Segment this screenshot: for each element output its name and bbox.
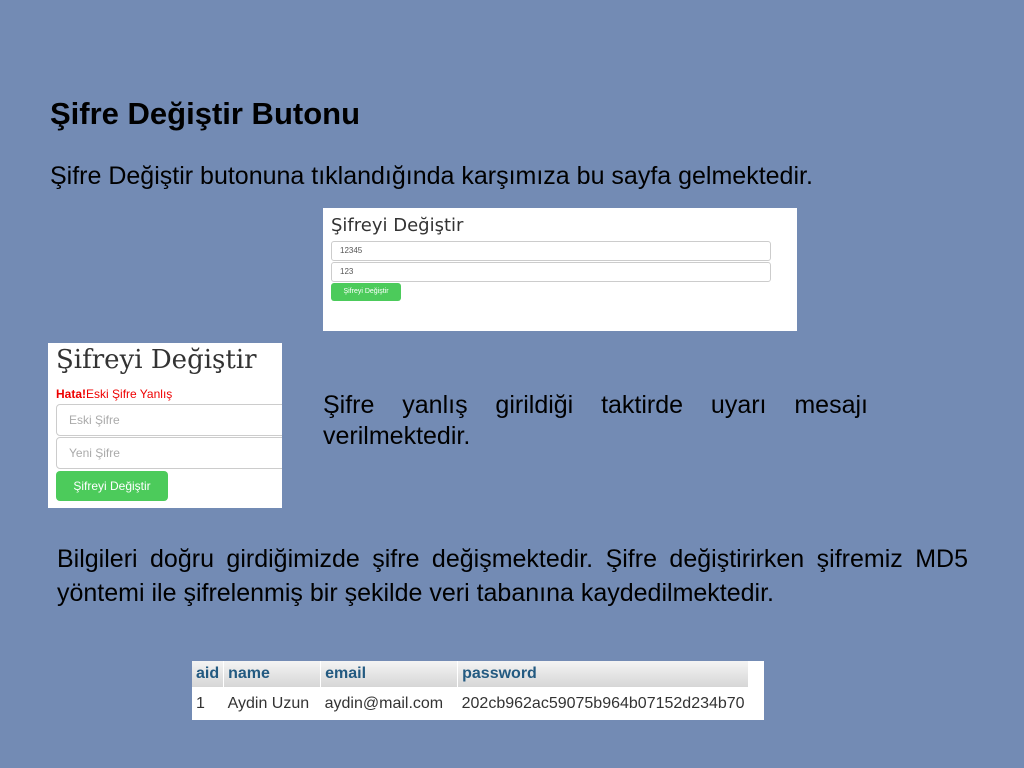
column-header-email[interactable]: email [320, 661, 459, 687]
form-heading: Şifreyi Değiştir [56, 345, 257, 375]
body-text: Bilgileri doğru girdiğimizde şifre değiş… [57, 545, 968, 607]
table-row: 1 Aydin Uzun aydin@mail.com 202cb962ac59… [192, 687, 749, 720]
slide-title: Şifre Değiştir Butonu [50, 96, 361, 131]
cell-email: aydin@mail.com [324, 694, 444, 712]
cell-aid: 1 [196, 694, 205, 712]
cell-password: 202cb962ac59075b964b07152d234b70 [461, 694, 745, 712]
old-password-field[interactable]: 12345 [331, 241, 771, 261]
change-password-button[interactable]: Şifreyi Değiştir [331, 283, 401, 301]
column-header-password[interactable]: password [457, 661, 750, 687]
error-text: Eski Şifre Yanlış [86, 387, 173, 401]
warning-text: Şifre yanlış girildiği taktirde uyarı me… [323, 391, 868, 450]
error-prefix: Hata! [56, 387, 87, 401]
new-password-field[interactable]: 123 [331, 262, 771, 282]
form-heading: Şifreyi Değiştir [331, 215, 464, 236]
old-password-field[interactable]: Eski Şifre [56, 404, 282, 436]
change-password-screenshot: Şifreyi Değiştir 12345 123 Şifreyi Değiş… [323, 208, 797, 331]
table-header-row: aid name email password [192, 661, 750, 687]
database-table: aid name email password 1 Aydin Uzun ayd… [192, 661, 764, 720]
column-header-name[interactable]: name [223, 661, 322, 687]
new-password-field[interactable]: Yeni Şifre [56, 437, 282, 469]
error-screenshot: Şifreyi Değiştir Hata!Eski Şifre Yanlış … [48, 343, 282, 508]
change-password-button[interactable]: Şifreyi Değiştir [56, 471, 168, 501]
column-header-aid[interactable]: aid [192, 661, 225, 687]
error-message: Hata!Eski Şifre Yanlış [56, 387, 172, 401]
cell-name: Aydin Uzun [227, 694, 310, 712]
intro-text: Şifre Değiştir butonuna tıklandığında ka… [50, 162, 813, 190]
